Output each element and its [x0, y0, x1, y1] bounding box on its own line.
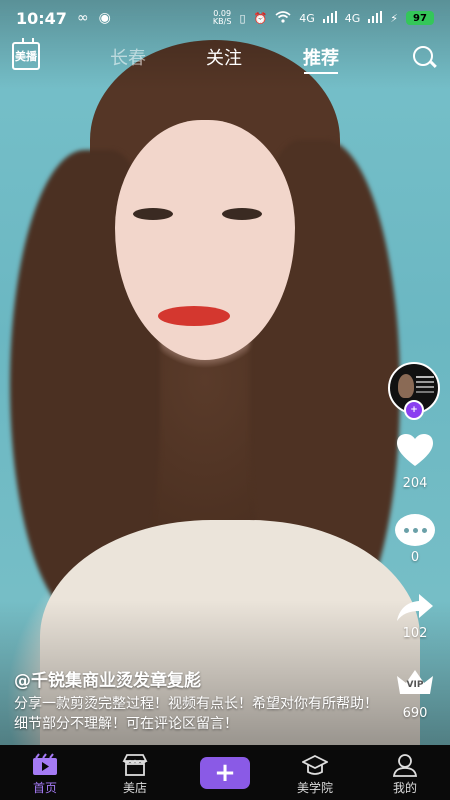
status-left-icons: ∞ ◉ [77, 10, 111, 26]
video-frame-lips [158, 306, 230, 326]
share-button[interactable]: 102 [388, 592, 442, 641]
net-speed: 0.09 KB/S [213, 10, 232, 26]
top-nav: 美播 长春 关注 推荐 [0, 40, 450, 76]
post-description: 分享一款剪烫完整过程！视频有点长！希望对你有所帮助！细节部分不理解！可在评论区留… [14, 696, 378, 732]
tab-city[interactable]: 长春 [110, 44, 146, 70]
post-caption: @千锐集商业烫发章复彪 分享一款剪烫完整过程！视频有点长！希望对你有所帮助！细节… [14, 666, 384, 734]
net-speed-unit: KB/S [212, 17, 232, 26]
vip-label: VIP [406, 680, 424, 690]
video-frame-eye-right [222, 208, 262, 220]
charging-icon: ⚡ [390, 11, 398, 25]
video-icon [33, 753, 57, 775]
tab-recommended[interactable]: 推荐 [303, 44, 339, 70]
signal-bars-icon-2 [368, 10, 383, 26]
like-count: 204 [402, 476, 428, 491]
vip-count: 690 [402, 706, 428, 721]
video-frame-eye-left [133, 208, 173, 220]
tabbar-item-home[interactable]: 首页 [0, 745, 90, 800]
bottom-tab-bar: 首页 美店 + 美学院 我的 [0, 745, 450, 800]
vibrate-icon: ▯ [239, 11, 246, 25]
comment-icon [395, 514, 435, 546]
tabbar-label-store: 美店 [122, 781, 147, 795]
app-notification-icon: ◉ [98, 10, 111, 26]
status-bar: 10:47 ∞ ◉ 0.09 KB/S ▯ ⏰ 4G 4G ⚡ 97 [0, 0, 450, 36]
wifi-icon [275, 10, 291, 26]
signal-bars-icon [322, 10, 337, 26]
publish-button[interactable]: + [200, 757, 250, 789]
heart-icon [397, 434, 433, 466]
tabbar-item-publish[interactable]: + [180, 745, 270, 800]
tabbar-label-home: 首页 [32, 781, 57, 795]
avatar-photo [398, 374, 414, 398]
share-arrow-icon [397, 594, 433, 621]
like-button[interactable]: 204 [388, 432, 442, 491]
graduation-cap-icon [302, 754, 328, 775]
post-author[interactable]: @千锐集商业烫发章复彪 [14, 666, 384, 691]
vip-button[interactable]: VIP 690 [388, 668, 442, 721]
follow-button[interactable]: + [404, 400, 424, 420]
app-logo[interactable]: 美播 [12, 42, 40, 70]
user-icon [392, 754, 418, 777]
tabbar-item-store[interactable]: 美店 [90, 745, 180, 800]
avatar-text-lines [416, 376, 434, 378]
signal-4g-label: 4G [299, 11, 315, 25]
plus-icon: + [214, 758, 236, 788]
status-time: 10:47 [16, 8, 67, 28]
search-icon[interactable] [413, 46, 433, 66]
store-icon [122, 754, 148, 776]
tabbar-item-academy[interactable]: 美学院 [270, 745, 360, 800]
tabbar-label-academy: 美学院 [296, 781, 333, 795]
battery-indicator: 97 [406, 11, 434, 25]
status-right-icons: 0.09 KB/S ▯ ⏰ 4G 4G ⚡ 97 [213, 10, 434, 26]
infinity-icon: ∞ [76, 10, 89, 26]
tabbar-item-profile[interactable]: 我的 [360, 745, 450, 800]
alarm-icon: ⏰ [253, 11, 268, 25]
comment-button[interactable]: 0 [388, 514, 442, 565]
author-avatar-button[interactable]: + [388, 362, 440, 420]
tab-following[interactable]: 关注 [206, 44, 242, 70]
signal-4g-label-2: 4G [344, 11, 361, 25]
tabbar-label-profile: 我的 [392, 781, 417, 795]
active-tab-indicator [304, 72, 338, 74]
comment-count: 0 [410, 550, 420, 565]
share-count: 102 [402, 626, 428, 641]
